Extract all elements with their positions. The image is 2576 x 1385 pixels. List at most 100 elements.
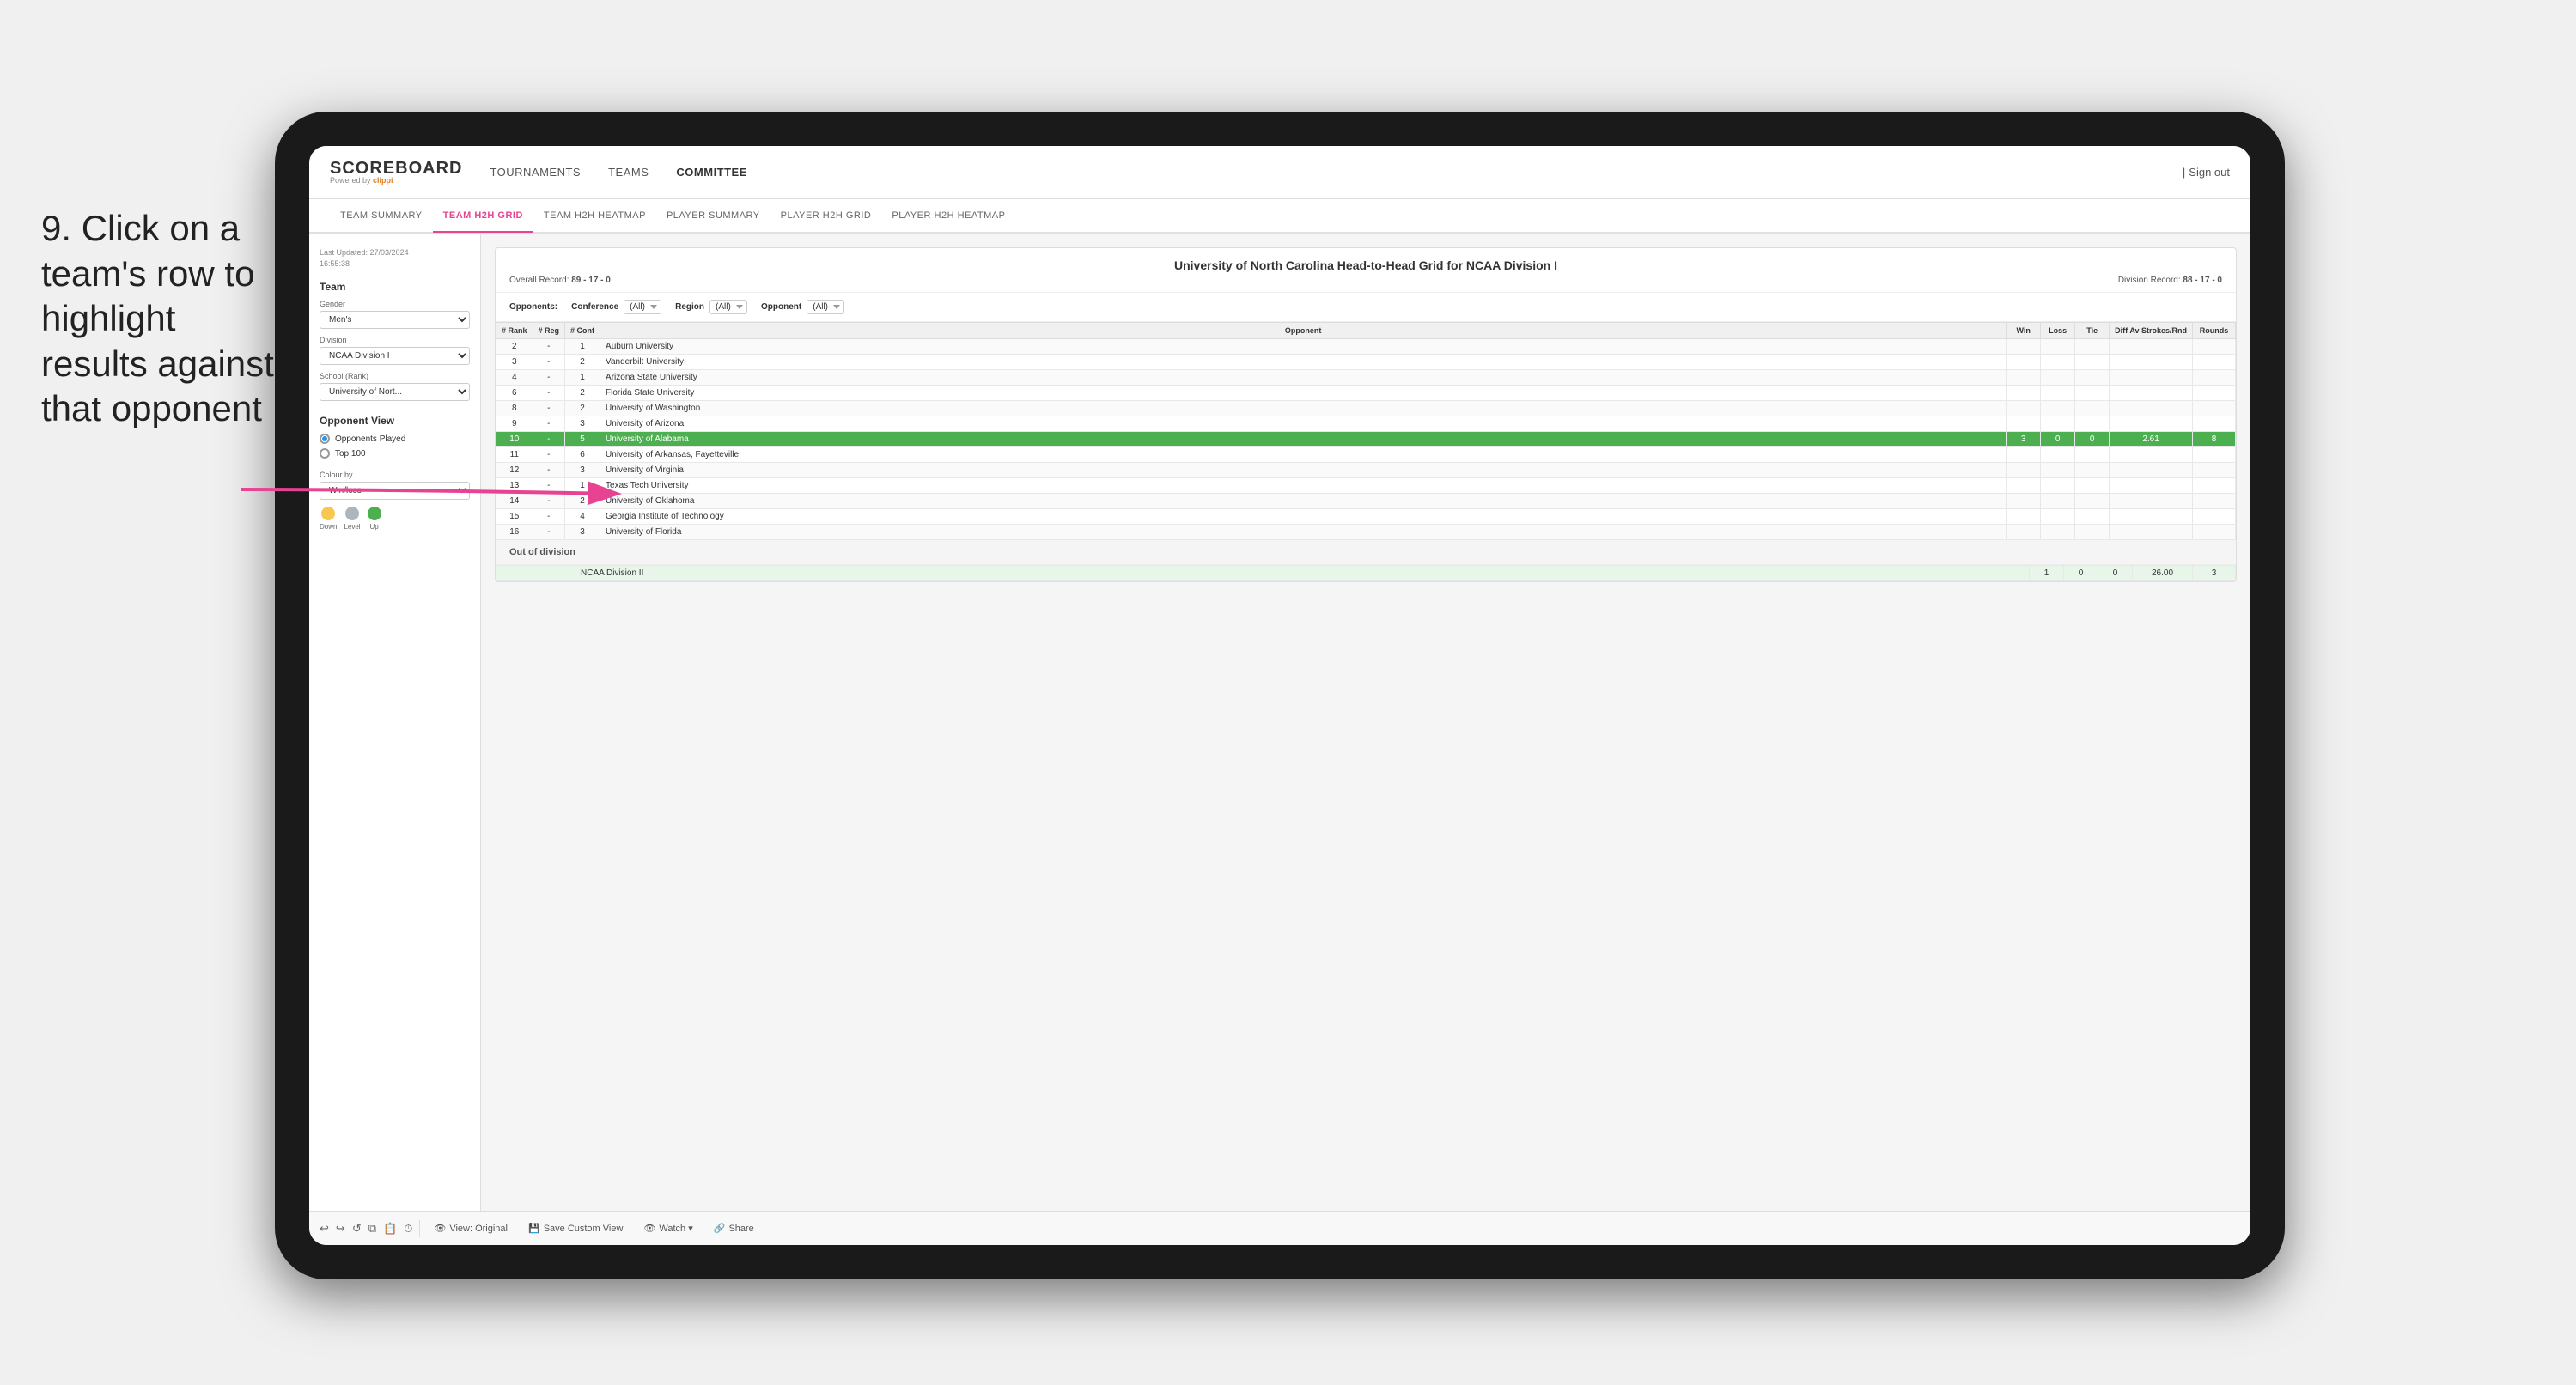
- paste-icon[interactable]: 📋: [383, 1222, 397, 1236]
- table-row[interactable]: 9-3University of Arizona: [496, 416, 2236, 432]
- table-row[interactable]: 2-1Auburn University: [496, 339, 2236, 355]
- table-cell: [2041, 447, 2075, 463]
- reset-icon[interactable]: ↺: [352, 1222, 362, 1236]
- table-cell: 15: [496, 509, 533, 525]
- table-cell: -: [533, 401, 565, 416]
- logo-powered: Powered by clippi: [330, 177, 462, 185]
- table-row[interactable]: 10-5University of Alabama3002.618: [496, 432, 2236, 447]
- panel-records: Overall Record: 89 - 17 - 0 Division Rec…: [509, 276, 2222, 285]
- table-cell: -: [533, 509, 565, 525]
- table-cell: 1: [565, 478, 600, 494]
- table-row[interactable]: 4-1Arizona State University: [496, 370, 2236, 386]
- eye-icon: 👁: [434, 1223, 446, 1234]
- view-original-btn[interactable]: 👁 View: Original: [427, 1220, 515, 1236]
- logo-area: SCOREBOARD Powered by clippi: [330, 160, 462, 185]
- table-cell: [2110, 401, 2193, 416]
- sign-out-button[interactable]: | Sign out: [2183, 166, 2230, 179]
- table-row[interactable]: 14-2University of Oklahoma: [496, 494, 2236, 509]
- table-cell: [2007, 370, 2041, 386]
- share-btn[interactable]: 🔗 Share: [707, 1220, 761, 1236]
- table-cell: -: [533, 416, 565, 432]
- table-cell: [2041, 478, 2075, 494]
- out-div-diff: 26.00: [2133, 566, 2193, 581]
- table-cell: [2110, 416, 2193, 432]
- table-cell: 1: [565, 370, 600, 386]
- tab-team-summary[interactable]: TEAM SUMMARY: [330, 200, 433, 233]
- colour-by-select[interactable]: Win/loss: [320, 482, 470, 500]
- table-row[interactable]: 16-3University of Florida: [496, 525, 2236, 540]
- copy-icon[interactable]: ⧉: [368, 1222, 376, 1236]
- radio-top100[interactable]: Top 100: [320, 448, 470, 459]
- table-cell: 2: [565, 401, 600, 416]
- col-header-rank: # Rank: [496, 323, 533, 339]
- table-row[interactable]: 8-2University of Washington: [496, 401, 2236, 416]
- watch-btn[interactable]: 👁 Watch ▾: [636, 1220, 699, 1236]
- table-cell: [2193, 463, 2236, 478]
- legend-circle-down: [321, 507, 335, 520]
- table-row[interactable]: 3-2Vanderbilt University: [496, 355, 2236, 370]
- table-cell: [2041, 386, 2075, 401]
- tab-player-h2h-grid[interactable]: PLAYER H2H GRID: [770, 200, 882, 233]
- tab-player-h2h-heatmap[interactable]: PLAYER H2H HEATMAP: [881, 200, 1015, 233]
- save-custom-view-btn[interactable]: 💾 Save Custom View: [521, 1220, 630, 1236]
- division-record: Division Record: 88 - 17 - 0: [2118, 276, 2222, 285]
- out-of-division-table: NCAA Division II 1 0 0 26.00 3: [496, 565, 2236, 581]
- table-cell: [2007, 416, 2041, 432]
- table-cell: 6: [565, 447, 600, 463]
- table-cell: [2075, 525, 2110, 540]
- time-icon[interactable]: ⏱: [404, 1222, 412, 1236]
- table-cell: Arizona State University: [600, 370, 2007, 386]
- table-cell: -: [533, 370, 565, 386]
- tab-team-h2h-grid[interactable]: TEAM H2H GRID: [433, 200, 533, 233]
- table-cell: 0: [2041, 432, 2075, 447]
- table-row[interactable]: 12-3University of Virginia: [496, 463, 2236, 478]
- table-cell: [2007, 401, 2041, 416]
- division-select[interactable]: NCAA Division I: [320, 347, 470, 365]
- nav-items: TOURNAMENTS TEAMS COMMITTEE: [490, 162, 2182, 182]
- table-cell: -: [533, 478, 565, 494]
- region-filter: Region (All): [675, 300, 747, 314]
- radio-opponents-played[interactable]: Opponents Played: [320, 434, 470, 444]
- opponent-filter: Opponent (All): [761, 300, 844, 314]
- col-header-loss: Loss: [2041, 323, 2075, 339]
- table-cell: [2110, 463, 2193, 478]
- table-cell: [2007, 386, 2041, 401]
- tab-player-summary[interactable]: PLAYER SUMMARY: [656, 200, 770, 233]
- table-row[interactable]: 6-2Florida State University: [496, 386, 2236, 401]
- top-nav: SCOREBOARD Powered by clippi TOURNAMENTS…: [309, 146, 2250, 199]
- table-cell: 3: [565, 416, 600, 432]
- table-cell: -: [533, 432, 565, 447]
- table-row[interactable]: 13-1Texas Tech University: [496, 478, 2236, 494]
- table-cell: 3: [2007, 432, 2041, 447]
- team-section-label: Team: [320, 281, 470, 293]
- table-cell: [2110, 494, 2193, 509]
- nav-tournaments[interactable]: TOURNAMENTS: [490, 162, 581, 182]
- table-cell: University of Arizona: [600, 416, 2007, 432]
- timestamp: Last Updated: 27/03/2024 16:55:38: [320, 247, 470, 269]
- gender-select[interactable]: Men's: [320, 311, 470, 329]
- legend-circle-level: [345, 507, 359, 520]
- table-cell: 12: [496, 463, 533, 478]
- table-cell: [2075, 386, 2110, 401]
- table-cell: [2193, 401, 2236, 416]
- school-select[interactable]: University of Nort...: [320, 383, 470, 401]
- tab-team-h2h-heatmap[interactable]: TEAM H2H HEATMAP: [533, 200, 656, 233]
- table-cell: [2041, 401, 2075, 416]
- table-row[interactable]: 15-4Georgia Institute of Technology: [496, 509, 2236, 525]
- nav-teams[interactable]: TEAMS: [608, 162, 649, 182]
- undo-icon[interactable]: ↩: [320, 1222, 329, 1236]
- out-div-rounds: 3: [2193, 566, 2236, 581]
- conference-select[interactable]: (All): [624, 300, 661, 314]
- sidebar: Last Updated: 27/03/2024 16:55:38 Team G…: [309, 234, 481, 1211]
- opponent-select[interactable]: (All): [807, 300, 844, 314]
- table-cell: [2075, 463, 2110, 478]
- table-row[interactable]: 11-6University of Arkansas, Fayetteville: [496, 447, 2236, 463]
- school-label: School (Rank): [320, 372, 470, 380]
- out-of-div-row[interactable]: NCAA Division II 1 0 0 26.00 3: [496, 566, 2236, 581]
- table-cell: [2075, 355, 2110, 370]
- region-select[interactable]: (All): [709, 300, 747, 314]
- table-cell: University of Arkansas, Fayetteville: [600, 447, 2007, 463]
- nav-committee[interactable]: COMMITTEE: [676, 162, 747, 182]
- redo-icon[interactable]: ↪: [336, 1222, 345, 1236]
- tablet-frame: SCOREBOARD Powered by clippi TOURNAMENTS…: [275, 112, 2285, 1279]
